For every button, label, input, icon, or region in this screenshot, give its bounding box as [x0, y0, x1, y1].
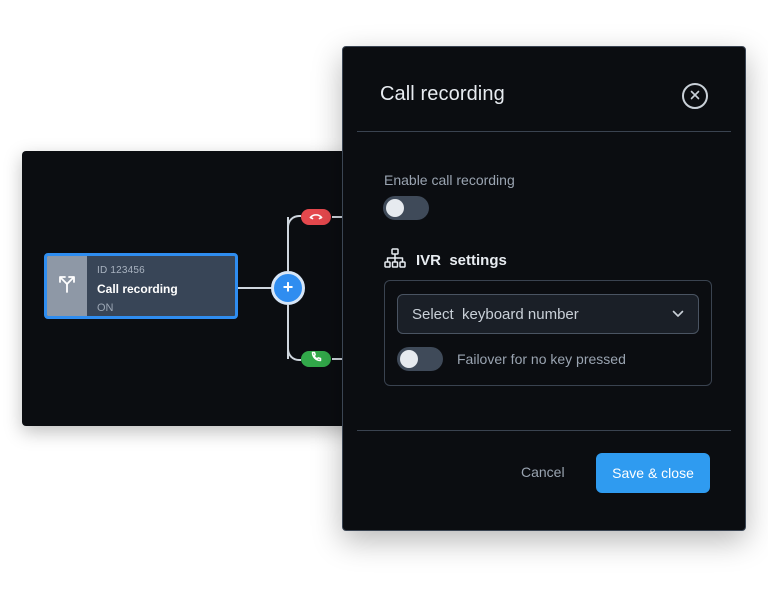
phone-answer-icon — [310, 350, 322, 368]
ivr-settings-box: Select keyboard number Failover for no k… — [384, 280, 712, 386]
call-recording-modal: Call recording Enable call recording IVR… — [342, 46, 746, 531]
save-and-close-button[interactable]: Save & close — [596, 453, 710, 493]
node-body: ID 123456 Call recording ON — [87, 256, 235, 316]
connector-line — [238, 287, 272, 289]
connector-curve — [287, 347, 301, 361]
split-arrows-icon — [57, 274, 77, 299]
node-status: ON — [97, 302, 114, 314]
node-title: Call recording — [97, 282, 178, 296]
ivr-heading-text: IVR settings — [416, 252, 507, 269]
modal-title: Call recording — [380, 83, 505, 105]
cancel-button[interactable]: Cancel — [521, 464, 565, 480]
keyboard-number-select[interactable]: Select keyboard number — [397, 294, 699, 334]
answer-branch-badge[interactable] — [301, 351, 331, 367]
header-divider — [357, 131, 731, 132]
footer-divider — [357, 430, 731, 431]
close-circle-icon — [690, 87, 700, 105]
failover-toggle[interactable] — [397, 347, 443, 371]
chevron-down-icon — [672, 305, 684, 323]
node-icon-panel — [47, 256, 87, 316]
toggle-knob — [400, 350, 418, 368]
toggle-knob — [386, 199, 404, 217]
call-recording-node[interactable]: ID 123456 Call recording ON — [44, 253, 238, 319]
phone-hangup-icon — [309, 208, 323, 226]
add-step-button[interactable]: + — [271, 271, 305, 305]
node-id: ID 123456 — [97, 265, 145, 276]
enable-recording-label: Enable call recording — [384, 172, 515, 188]
connector-curve — [287, 215, 301, 229]
hangup-branch-badge[interactable] — [301, 209, 331, 225]
hierarchy-icon — [384, 248, 406, 273]
enable-recording-toggle[interactable] — [383, 196, 429, 220]
failover-label: Failover for no key pressed — [457, 351, 626, 367]
ivr-heading: IVR settings — [384, 248, 507, 273]
select-value: Select keyboard number — [412, 305, 579, 323]
flow-canvas: ID 123456 Call recording ON + — [22, 151, 366, 426]
close-button[interactable] — [682, 83, 708, 109]
